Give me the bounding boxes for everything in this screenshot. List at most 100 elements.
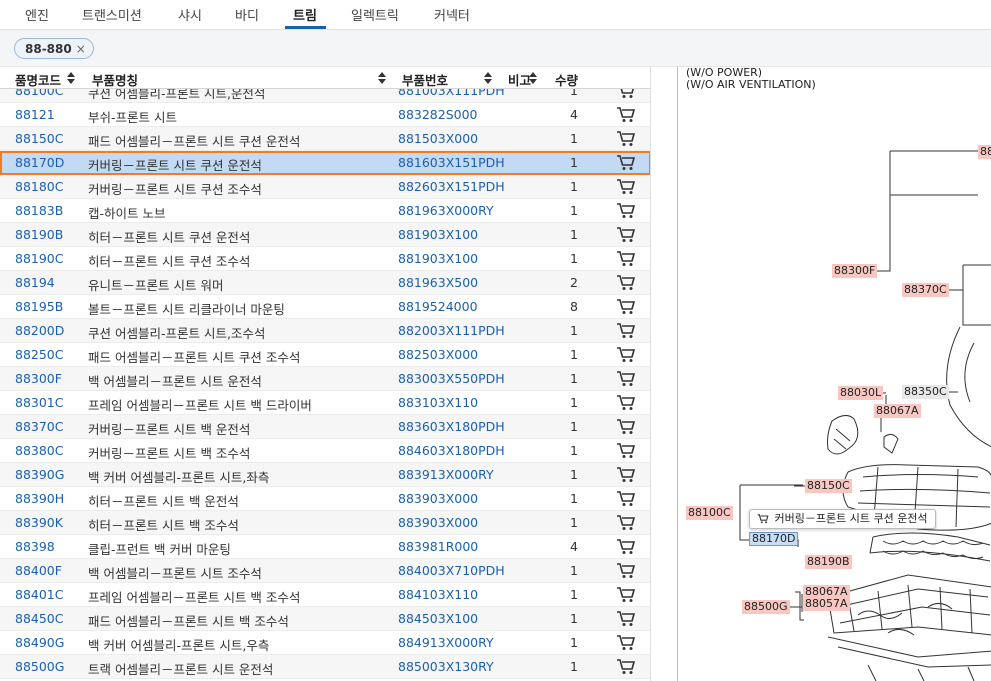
part-code-link[interactable]: 88398 xyxy=(15,539,55,554)
add-to-cart-icon[interactable] xyxy=(616,515,636,531)
add-to-cart-icon[interactable] xyxy=(616,659,636,675)
table-row[interactable]: 88170D 커버링－프론트 시트 쿠션 운전석 881603X151PDH 1 xyxy=(0,151,650,175)
tab-connector[interactable]: 커넥터 xyxy=(434,5,470,24)
table-row[interactable]: 88183B 캡-하이트 노브 881963X000RY 1 xyxy=(0,199,650,223)
callout-88170D[interactable]: 88170D xyxy=(749,532,799,546)
table-row[interactable]: 88490G 백 커버 어셈블리-프론트 시트,우측 884913X000RY 1 xyxy=(0,631,650,655)
callout-88350C[interactable]: 88350C xyxy=(902,385,949,399)
table-row[interactable]: 88370C 커버링－프론트 시트 백 운전석 883603X180PDH 1 xyxy=(0,415,650,439)
part-number-link[interactable]: 883003X550PDH xyxy=(398,371,505,386)
table-row[interactable]: 88390K 히터－프론트 시트 백 조수석 883903X000 1 xyxy=(0,511,650,535)
header-code[interactable]: 품명코드 xyxy=(15,70,61,89)
add-to-cart-icon[interactable] xyxy=(616,443,636,459)
part-number-link[interactable]: 883913X000RY xyxy=(398,467,494,482)
part-code-link[interactable]: 88390H xyxy=(15,491,64,506)
table-row[interactable]: 88194 유니트－프론트 시트 워머 881963X500 2 xyxy=(0,271,650,295)
add-to-cart-icon[interactable] xyxy=(616,323,636,339)
part-number-link[interactable]: 883603X180PDH xyxy=(398,419,505,434)
table-row[interactable]: 88121 부쉬-프론트 시트 883282S000 4 xyxy=(0,103,650,127)
table-row[interactable]: 88400F 백 어셈블리－프론트 시트 조수석 884003X710PDH 1 xyxy=(0,559,650,583)
add-to-cart-icon[interactable] xyxy=(616,227,636,243)
sort-icon[interactable] xyxy=(378,72,386,84)
part-code-link[interactable]: 88401C xyxy=(15,587,64,602)
add-to-cart-icon[interactable] xyxy=(616,347,636,363)
header-remark[interactable]: 비고 xyxy=(508,70,531,89)
table-row[interactable]: 88450C 패드 어셈블리－프론트 시트 백 조수석 884503X100 1 xyxy=(0,607,650,631)
table-row[interactable]: 88500G 트랙 어셈블리－프론트 시트 운전석 885003X130RY 1 xyxy=(0,655,650,679)
part-number-link[interactable]: 881963X000RY xyxy=(398,203,494,218)
add-to-cart-icon[interactable] xyxy=(616,251,636,267)
close-icon[interactable]: × xyxy=(76,42,86,56)
part-code-link[interactable]: 88150C xyxy=(15,131,64,146)
table-row[interactable]: 88180C 커버링－프론트 시트 쿠션 조수석 882603X151PDH 1 xyxy=(0,175,650,199)
table-row[interactable]: 88401C 프레임 어셈블리－프론트 시트 백 조수석 884103X110 1 xyxy=(0,583,650,607)
part-number-link[interactable]: 882003X111PDH xyxy=(398,323,505,338)
callout-88030L[interactable]: 88030L xyxy=(838,386,884,400)
table-row[interactable]: 88195B 볼트－프론트 시트 리클라이너 마운팅 8819524000 8 xyxy=(0,295,650,319)
header-name[interactable]: 부품명칭 xyxy=(92,70,138,89)
callout-88370C[interactable]: 88370C xyxy=(902,283,949,297)
header-part-number[interactable]: 부품번호 xyxy=(402,70,448,89)
filter-chip[interactable]: 88-880 × xyxy=(14,38,94,59)
part-number-link[interactable]: 882603X151PDH xyxy=(398,179,505,194)
part-code-link[interactable]: 88190B xyxy=(15,227,63,242)
part-number-link[interactable]: 883282S000 xyxy=(398,107,478,122)
part-code-link[interactable]: 88380C xyxy=(15,443,64,458)
part-number-link[interactable]: 881503X000 xyxy=(398,131,478,146)
add-to-cart-icon[interactable] xyxy=(616,155,636,171)
add-to-cart-icon[interactable] xyxy=(616,299,636,315)
part-code-link[interactable]: 88121 xyxy=(15,107,55,122)
table-row[interactable]: 88200D 쿠션 어셈블리-프론트 시트,조수석 882003X111PDH 1 xyxy=(0,319,650,343)
part-number-link[interactable]: 883103X110 xyxy=(398,395,478,410)
part-number-link[interactable]: 884003X710PDH xyxy=(398,563,505,578)
part-code-link[interactable]: 88200D xyxy=(15,323,64,338)
add-to-cart-icon[interactable] xyxy=(616,467,636,483)
part-code-link[interactable]: 88500G xyxy=(15,659,64,674)
part-code-link[interactable]: 88450C xyxy=(15,611,64,626)
part-code-link[interactable]: 88195B xyxy=(15,299,63,314)
sort-icon[interactable] xyxy=(67,72,75,84)
part-code-link[interactable]: 88194 xyxy=(15,275,55,290)
part-number-link[interactable]: 8819524000 xyxy=(398,299,478,314)
add-to-cart-icon[interactable] xyxy=(616,539,636,555)
table-row[interactable]: 88380C 커버링－프론트 시트 백 조수석 884603X180PDH 1 xyxy=(0,439,650,463)
add-to-cart-icon[interactable] xyxy=(616,611,636,627)
part-code-link[interactable]: 88183B xyxy=(15,203,63,218)
table-row[interactable]: 88190C 히터－프론트 시트 쿠션 조수석 881903X100 1 xyxy=(0,247,650,271)
callout-88190B[interactable]: 88190B xyxy=(805,555,852,569)
part-code-link[interactable]: 88190C xyxy=(15,251,64,266)
header-quantity[interactable]: 수량 xyxy=(555,70,578,89)
table-row[interactable]: 88301C 프레임 어셈블리－프론트 시트 백 드라이버 883103X110 1 xyxy=(0,391,650,415)
part-number-link[interactable]: 884503X100 xyxy=(398,611,478,626)
tab-transmission[interactable]: 트랜스미션 xyxy=(82,5,142,24)
callout-88067A[interactable]: 88067A xyxy=(874,404,921,418)
tab-body[interactable]: 바디 xyxy=(235,5,259,24)
part-number-link[interactable]: 883903X000 xyxy=(398,491,478,506)
add-to-cart-icon[interactable] xyxy=(616,107,636,123)
add-to-cart-icon[interactable] xyxy=(616,275,636,291)
part-code-link[interactable]: 88370C xyxy=(15,419,64,434)
part-code-link[interactable]: 88170D xyxy=(15,155,64,170)
tab-electric[interactable]: 일렉트릭 xyxy=(351,5,399,24)
part-number-link[interactable]: 881903X100 xyxy=(398,251,478,266)
part-number-link[interactable]: 884603X180PDH xyxy=(398,443,505,458)
tab-engine[interactable]: 엔진 xyxy=(25,5,49,24)
tab-chassis[interactable]: 샤시 xyxy=(178,5,202,24)
add-to-cart-icon[interactable] xyxy=(616,179,636,195)
part-number-link[interactable]: 884913X000RY xyxy=(398,635,494,650)
callout-88057A[interactable]: 88057A xyxy=(803,597,850,611)
table-row[interactable]: 88300F 백 어셈블리－프론트 시트 운전석 883003X550PDH 1 xyxy=(0,367,650,391)
table-row[interactable]: 88190B 히터－프론트 시트 쿠션 운전석 881903X100 1 xyxy=(0,223,650,247)
table-row[interactable]: 88398 클립-프런트 백 커버 마운팅 883981R000 4 xyxy=(0,535,650,559)
part-code-link[interactable]: 88180C xyxy=(15,179,64,194)
sort-icon[interactable] xyxy=(484,72,492,84)
part-number-link[interactable]: 881603X151PDH xyxy=(398,155,505,170)
part-code-link[interactable]: 88390K xyxy=(15,515,63,530)
tab-trim[interactable]: 트림 xyxy=(293,5,317,24)
callout-88100C[interactable]: 88100C xyxy=(686,506,733,520)
callout-88[interactable]: 88 xyxy=(978,145,991,159)
add-to-cart-icon[interactable] xyxy=(616,131,636,147)
table-row[interactable]: 88390G 백 커버 어셈블리-프론트 시트,좌측 883913X000RY 1 xyxy=(0,463,650,487)
part-code-link[interactable]: 88301C xyxy=(15,395,64,410)
add-to-cart-icon[interactable] xyxy=(616,491,636,507)
